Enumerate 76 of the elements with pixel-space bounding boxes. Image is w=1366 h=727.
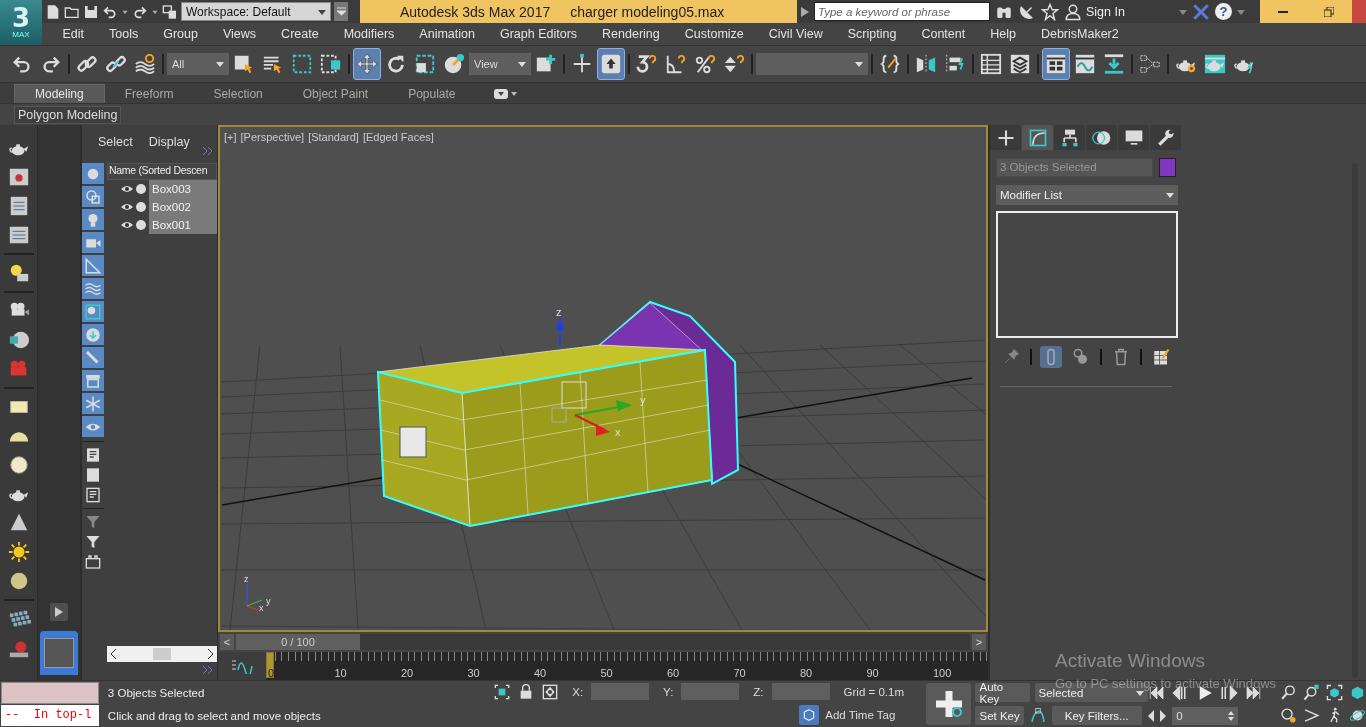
menu-item[interactable]: Tools [96, 27, 151, 41]
explorer-menu[interactable]: Select [98, 135, 133, 149]
frame-number: 90 [865, 667, 880, 679]
menu-item[interactable]: Views [210, 27, 269, 41]
axis-label: z [244, 574, 249, 584]
ribbon-tab[interactable]: Selection [193, 84, 283, 103]
dropdown[interactable]: View [469, 53, 531, 75]
activation-title: Activate Windows [1055, 650, 1206, 672]
next-frame-button[interactable]: > [972, 634, 986, 650]
menu-item[interactable]: Modifiers [331, 27, 407, 41]
modifier-list-dropdown[interactable]: Modifier List [996, 185, 1178, 205]
menu-item[interactable]: Rendering [589, 27, 673, 41]
previous-frame-button[interactable]: < [220, 634, 234, 650]
frame-number: 30 [466, 667, 481, 679]
coordinate-label: Z: [753, 685, 764, 698]
search-field[interactable]: Type a keyword or phrase [814, 2, 990, 21]
time-tag-label: Add Time Tag [825, 708, 896, 721]
app-logo[interactable]: 3 MAX [0, 0, 42, 45]
axis-label: z [556, 306, 562, 318]
ribbon-tab[interactable]: Populate [388, 84, 476, 103]
axis-label: y [640, 394, 646, 406]
frame-number: 60 [666, 667, 681, 679]
menu-item[interactable]: Group [150, 27, 211, 41]
axis-label: y [266, 596, 271, 606]
menu-item[interactable]: Animation [406, 27, 488, 41]
frame-number: 10 [333, 667, 348, 679]
menu-item[interactable]: Help [977, 27, 1029, 41]
frame-number: 0 [267, 667, 276, 679]
menu-item[interactable]: Content [908, 27, 978, 41]
logo-caption: MAX [12, 30, 30, 39]
explorer-menu[interactable]: Display [148, 135, 190, 149]
frame-number: 40 [533, 667, 548, 679]
dropdown[interactable]: All [167, 53, 229, 75]
axis-label: x [615, 426, 621, 438]
viewport-label[interactable]: [Perspective] [240, 131, 305, 143]
document-name: charger modeling05.max [570, 3, 725, 20]
selection-status: 3 Objects Selected [107, 686, 206, 699]
sign-in-button[interactable]: Sign In [1064, 2, 1174, 21]
frame-number: 20 [400, 667, 415, 679]
frame-number: 100 [932, 667, 953, 679]
help-button[interactable]: ? [1215, 3, 1232, 20]
object-name[interactable]: Box002 [149, 198, 217, 216]
menu-item[interactable]: Scripting [835, 27, 909, 41]
track-bar[interactable]: 0 10 20 30 40 50 60 70 80 90 100 [266, 652, 988, 680]
menu-item[interactable]: Graph Editors [487, 27, 590, 41]
viewport-label[interactable]: [Standard] [308, 131, 359, 143]
listener-output[interactable]: -- In top-l [1, 705, 99, 726]
ribbon-tab[interactable]: Object Paint [282, 84, 389, 103]
key-filters-button[interactable]: Key Filters... [1051, 706, 1142, 725]
menu-item[interactable]: DebrisMaker2 [1028, 27, 1132, 41]
set-key-button[interactable]: Set Key [975, 706, 1024, 725]
ribbon-tab[interactable]: Freeform [104, 84, 194, 103]
menu-item[interactable]: Edit [50, 27, 97, 41]
coordinate-label: X: [572, 685, 584, 698]
frame-number: 50 [599, 667, 614, 679]
prompt-text: Click and drag to select and move objects [107, 709, 322, 722]
axis-label: x [259, 603, 264, 613]
column-header[interactable]: Name (Sorted Descen [107, 163, 217, 180]
time-slider-thumb[interactable]: 0 / 100 [236, 634, 360, 650]
coordinate-label: Y: [663, 685, 674, 698]
frame-number: 80 [799, 667, 814, 679]
workspace-dropdown[interactable]: Workspace: Default [181, 2, 331, 21]
ribbon-panel-label[interactable]: Polygon Modeling [14, 105, 122, 124]
frame-number: 70 [732, 667, 747, 679]
grid-size: Grid = 0.1m [843, 685, 904, 698]
logo-digit: 3 [11, 6, 31, 30]
frame-field[interactable]: 0 [1172, 706, 1239, 725]
object-name[interactable]: Box003 [149, 180, 217, 198]
viewport-label[interactable]: [Edged Faces] [362, 131, 434, 143]
menu-item[interactable]: Civil View [756, 27, 836, 41]
ribbon-tab[interactable]: Modeling [14, 84, 105, 103]
menu-item[interactable]: Customize [672, 27, 757, 41]
app-title: Autodesk 3ds Max 2017 [400, 3, 551, 20]
menu-item[interactable]: Create [268, 27, 332, 41]
object-name[interactable]: Box001 [149, 216, 217, 234]
viewport-label[interactable]: [+] [224, 131, 237, 143]
